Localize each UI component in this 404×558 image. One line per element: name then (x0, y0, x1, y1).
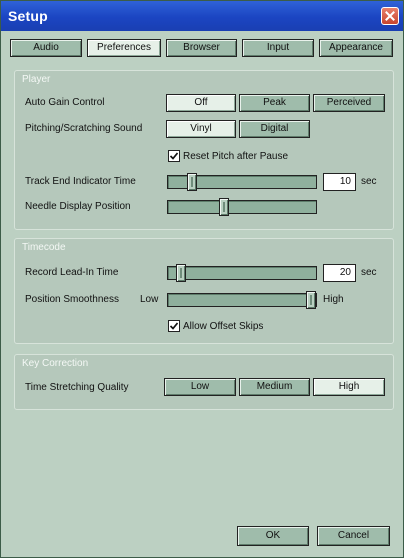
auto-gain-peak-button[interactable]: Peak (239, 94, 310, 112)
timecode-group: Timecode Record Lead-In Time 20 sec Posi… (14, 238, 394, 344)
pitching-label: Pitching/Scratching Sound (25, 123, 143, 134)
reset-pitch-label: Reset Pitch after Pause (183, 151, 289, 162)
stretch-quality-label: Time Stretching Quality (25, 382, 129, 393)
auto-gain-perceived-button[interactable]: Perceived (313, 94, 385, 112)
window-title: Setup (8, 8, 48, 24)
slider-thumb[interactable] (306, 291, 316, 309)
auto-gain-off-button[interactable]: Off (166, 94, 236, 112)
auto-gain-label: Auto Gain Control (25, 97, 105, 108)
pitching-digital-button[interactable]: Digital (239, 120, 310, 138)
setup-window: Setup Audio Preferences Browser Input Ap… (0, 0, 404, 558)
track-end-value-input[interactable]: 10 (323, 173, 356, 191)
quality-low-button[interactable]: Low (164, 378, 236, 396)
reset-pitch-checkbox[interactable] (168, 150, 180, 162)
key-correction-group: Key Correction Time Stretching Quality L… (14, 354, 394, 410)
needle-position-label: Needle Display Position (25, 201, 131, 212)
quality-medium-button[interactable]: Medium (239, 378, 310, 396)
checkmark-icon (170, 152, 178, 160)
track-end-label: Track End Indicator Time (25, 176, 136, 187)
close-icon[interactable] (381, 7, 399, 25)
smoothness-label: Position Smoothness (25, 294, 119, 305)
lead-in-value-input[interactable]: 20 (323, 264, 356, 282)
offset-skips-checkbox[interactable] (168, 320, 180, 332)
cancel-button[interactable]: Cancel (317, 526, 390, 546)
timecode-group-title: Timecode (22, 242, 66, 253)
title-bar[interactable]: Setup (1, 1, 403, 31)
smoothness-slider[interactable] (167, 291, 317, 309)
tab-preferences[interactable]: Preferences (87, 39, 161, 57)
checkmark-icon (170, 322, 178, 330)
track-end-unit: sec (361, 176, 377, 187)
needle-position-slider[interactable] (167, 198, 317, 216)
tab-browser[interactable]: Browser (166, 39, 237, 57)
lead-in-slider[interactable] (167, 264, 317, 282)
slider-thumb[interactable] (187, 173, 198, 191)
smoothness-high-label: High (323, 294, 344, 305)
player-group-title: Player (22, 74, 51, 85)
pitching-vinyl-button[interactable]: Vinyl (166, 120, 236, 138)
tab-audio[interactable]: Audio (10, 39, 82, 57)
ok-button[interactable]: OK (237, 526, 309, 546)
player-group: Player Auto Gain Control Off Peak Percei… (14, 70, 394, 230)
smoothness-low-label: Low (140, 294, 159, 305)
lead-in-label: Record Lead-In Time (25, 267, 119, 278)
slider-thumb[interactable] (176, 264, 187, 282)
track-end-slider[interactable] (167, 173, 317, 191)
offset-skips-label: Allow Offset Skips (183, 321, 264, 332)
quality-high-button[interactable]: High (313, 378, 385, 396)
key-correction-group-title: Key Correction (22, 358, 89, 369)
slider-thumb[interactable] (219, 198, 230, 216)
tab-input[interactable]: Input (242, 39, 314, 57)
tab-appearance[interactable]: Appearance (319, 39, 393, 57)
lead-in-unit: sec (361, 267, 377, 278)
